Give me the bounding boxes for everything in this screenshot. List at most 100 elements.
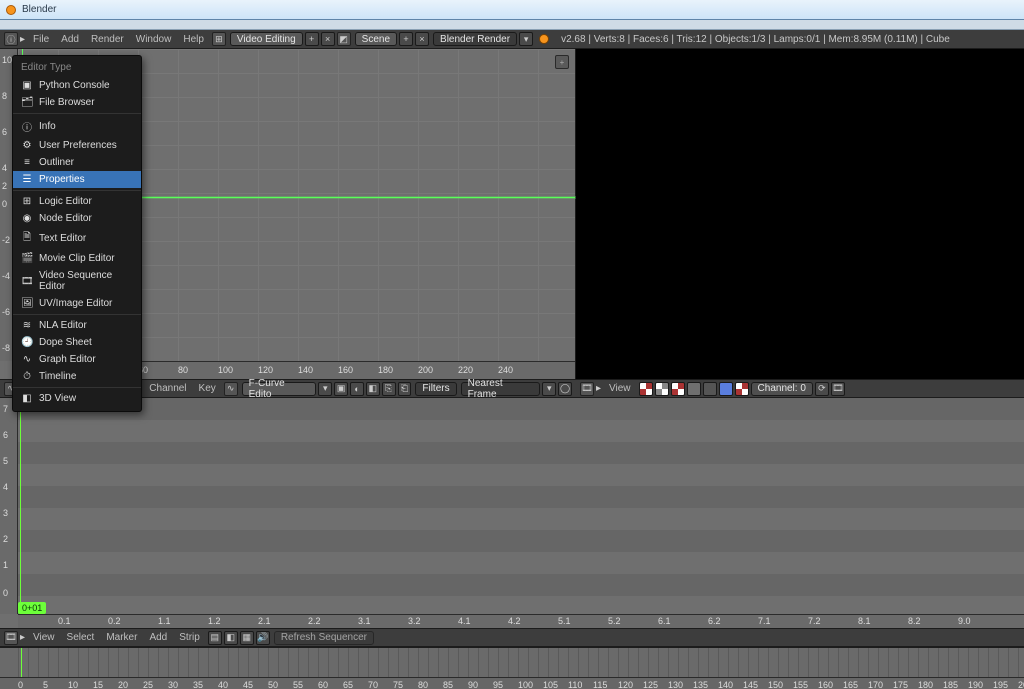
editor-type-file-browser[interactable]: 🗂File Browser bbox=[13, 94, 141, 111]
editor-type-logic-editor[interactable]: ⊞Logic Editor bbox=[13, 193, 141, 210]
editor-type-python-console[interactable]: ▣Python Console bbox=[13, 77, 141, 94]
editor-type-nla-editor[interactable]: ≋NLA Editor bbox=[13, 317, 141, 334]
menu-key[interactable]: Key bbox=[193, 383, 222, 394]
preview-settings-button[interactable]: 🎞 bbox=[831, 382, 845, 396]
tick: 5.2 bbox=[608, 616, 621, 626]
menu-strip[interactable]: Strip bbox=[173, 632, 206, 643]
display-swatch-1[interactable] bbox=[639, 382, 653, 396]
menu-channel[interactable]: Channel bbox=[143, 383, 192, 394]
sequencer-preview-area[interactable] bbox=[576, 49, 1024, 379]
editor-type-label: File Browser bbox=[39, 97, 95, 108]
editor-type-uv-image-editor[interactable]: 🖼UV/Image Editor bbox=[13, 295, 141, 312]
menu-view[interactable]: View bbox=[27, 632, 61, 643]
tick: 70 bbox=[368, 680, 378, 689]
expand-icon[interactable]: ▸ bbox=[596, 383, 601, 394]
editor-type-user-preferences[interactable]: ⚙User Preferences bbox=[13, 137, 141, 154]
dropdown-icon[interactable]: ▾ bbox=[542, 382, 556, 396]
display-swatch-5[interactable] bbox=[703, 382, 717, 396]
editor-type-text-editor[interactable]: 🗎Text Editor bbox=[13, 227, 141, 250]
tick: 5.1 bbox=[558, 616, 571, 626]
overlay-button[interactable]: ▦ bbox=[240, 631, 254, 645]
editor-type-button[interactable]: ⓘ bbox=[4, 32, 18, 46]
graph-mode-selector[interactable]: F-Curve Edito bbox=[242, 382, 317, 396]
proportional-button[interactable]: ◯ bbox=[558, 382, 572, 396]
expand-icon[interactable]: ▸ bbox=[20, 34, 25, 45]
region-toggle-button[interactable]: + bbox=[555, 55, 569, 69]
menu-add[interactable]: Add bbox=[55, 34, 85, 45]
tick: -2 bbox=[2, 235, 10, 245]
editor-type-label: Dope Sheet bbox=[39, 337, 92, 348]
display-swatch-7[interactable] bbox=[735, 382, 749, 396]
editor-type-dope-sheet[interactable]: 🕘Dope Sheet bbox=[13, 334, 141, 351]
filters-button[interactable]: Filters bbox=[415, 382, 456, 396]
editor-type-button[interactable]: 🎞 bbox=[4, 631, 18, 645]
editor-type-movie-clip-editor[interactable]: 🎬Movie Clip Editor bbox=[13, 250, 141, 267]
editor-type-label: Timeline bbox=[39, 371, 76, 382]
menu-select[interactable]: Select bbox=[61, 632, 101, 643]
menu-window[interactable]: Window bbox=[130, 34, 178, 45]
vse-current-frame-line[interactable] bbox=[20, 398, 21, 614]
menu-marker[interactable]: Marker bbox=[100, 632, 143, 643]
scene-remove-button[interactable]: × bbox=[415, 32, 429, 46]
editor-type-outliner[interactable]: ≡Outliner bbox=[13, 154, 141, 171]
editor-type-info[interactable]: ⓘInfo bbox=[13, 116, 141, 137]
timeline-current-frame-line[interactable] bbox=[21, 648, 22, 677]
layout-add-button[interactable]: + bbox=[305, 32, 319, 46]
editor-type-properties[interactable]: ☰Properties bbox=[13, 171, 141, 188]
dropdown-icon[interactable]: ▾ bbox=[318, 382, 332, 396]
scene-selector[interactable]: Scene bbox=[355, 32, 397, 46]
editor-type-video-sequence-editor[interactable]: 🎞Video Sequence Editor bbox=[13, 267, 141, 295]
engine-dropdown-icon[interactable]: ▾ bbox=[519, 32, 533, 46]
screen-layout-selector[interactable]: Video Editing bbox=[230, 32, 303, 46]
view-type-button[interactable]: ▤ bbox=[208, 631, 222, 645]
refresh-sequencer-button[interactable]: Refresh Sequencer bbox=[274, 631, 374, 645]
menu-file[interactable]: File bbox=[27, 34, 55, 45]
channel-field[interactable]: Channel: 0 bbox=[751, 382, 813, 396]
copy-button[interactable]: ⎘ bbox=[382, 382, 396, 396]
display-mode-button[interactable]: ◧ bbox=[224, 631, 238, 645]
auto-snap-button[interactable]: ◧ bbox=[366, 382, 380, 396]
snap-mode-selector[interactable]: Nearest Frame bbox=[461, 382, 541, 396]
layout-browse-icon[interactable]: ⊞ bbox=[212, 32, 226, 46]
editor-type-3d-view[interactable]: ◧3D View bbox=[13, 390, 141, 407]
tick: 2.2 bbox=[308, 616, 321, 626]
tick: 4.2 bbox=[508, 616, 521, 626]
display-swatch-3[interactable] bbox=[671, 382, 685, 396]
preview-refresh-button[interactable]: ⟳ bbox=[815, 382, 829, 396]
info-header: ⓘ ▸ FileAddRenderWindowHelp ⊞ Video Edit… bbox=[0, 30, 1024, 49]
ghost-button[interactable]: ◐ bbox=[350, 382, 364, 396]
layout-remove-button[interactable]: × bbox=[321, 32, 335, 46]
menu-view[interactable]: View bbox=[603, 383, 637, 394]
waveform-button[interactable]: 🔊 bbox=[256, 631, 270, 645]
menu-render[interactable]: Render bbox=[85, 34, 130, 45]
editor-type-graph-editor[interactable]: ∿Graph Editor bbox=[13, 351, 141, 368]
tick: 5 bbox=[43, 680, 48, 689]
window-titlebar: Blender bbox=[0, 0, 1024, 20]
tick: 155 bbox=[793, 680, 808, 689]
paste-button[interactable]: ⎗ bbox=[398, 382, 412, 396]
editor-type-node-editor[interactable]: ◉Node Editor bbox=[13, 210, 141, 227]
editor-type-button[interactable]: 🎞 bbox=[580, 382, 594, 396]
3d-view-icon: ◧ bbox=[21, 393, 33, 404]
render-engine-selector[interactable]: Blender Render bbox=[433, 32, 517, 46]
timeline-area[interactable]: 0510152025303540455055606570758085909510… bbox=[0, 647, 1024, 689]
normalize-button[interactable]: ▣ bbox=[334, 382, 348, 396]
expand-icon[interactable]: ▸ bbox=[20, 632, 25, 643]
sequencer-strip-area[interactable]: 76543210 0+01 0.10.21.11.22.12.23.13.24.… bbox=[0, 398, 1024, 628]
mode-icon[interactable]: ∿ bbox=[224, 382, 238, 396]
editor-type-timeline[interactable]: ⏱Timeline bbox=[13, 368, 141, 385]
menu-help[interactable]: Help bbox=[177, 34, 210, 45]
editor-type-label: Text Editor bbox=[39, 233, 86, 244]
tick: 60 bbox=[318, 680, 328, 689]
display-swatch-6[interactable] bbox=[719, 382, 733, 396]
display-swatch-2[interactable] bbox=[655, 382, 669, 396]
menu-add[interactable]: Add bbox=[143, 632, 173, 643]
editor-type-label: Video Sequence Editor bbox=[39, 270, 133, 292]
scene-add-button[interactable]: + bbox=[399, 32, 413, 46]
display-swatch-4[interactable] bbox=[687, 382, 701, 396]
tick: 95 bbox=[493, 680, 503, 689]
editor-type-label: User Preferences bbox=[39, 140, 117, 151]
nla-editor-icon: ≋ bbox=[21, 320, 33, 331]
scene-browse-icon[interactable]: ◩ bbox=[337, 32, 351, 46]
tick: 20 bbox=[118, 680, 128, 689]
